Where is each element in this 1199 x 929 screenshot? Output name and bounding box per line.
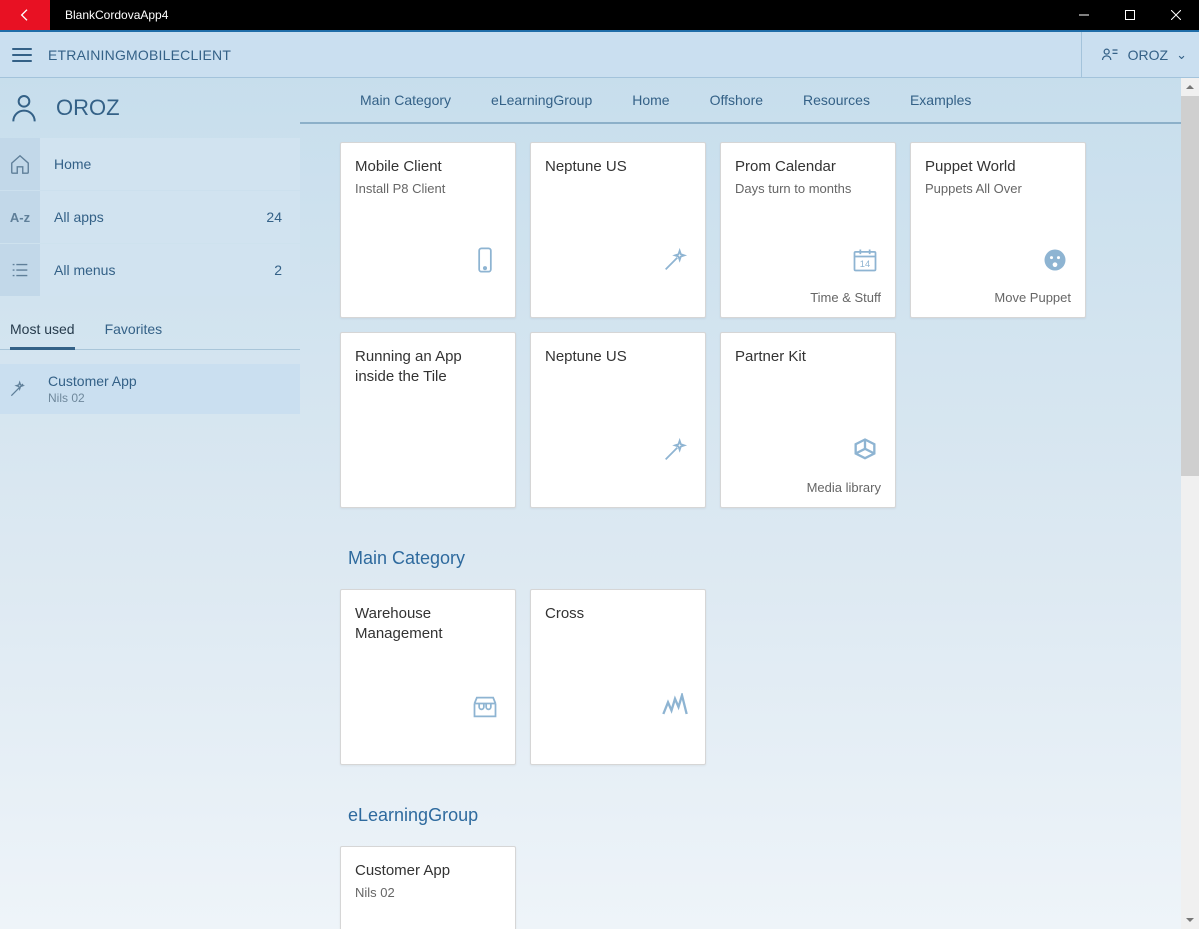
- user-menu-button[interactable]: OROZ ⌄: [1081, 32, 1187, 77]
- svg-text:14: 14: [860, 259, 870, 269]
- puppet-icon: [1041, 246, 1069, 279]
- tile-running-app[interactable]: Running an App inside the Tile: [340, 332, 516, 508]
- menu-toggle-button[interactable]: [8, 41, 36, 69]
- tile-title: Puppet World: [925, 157, 1071, 177]
- sidebar-item-label: All menus: [54, 262, 115, 278]
- titlebar-left: BlankCordovaApp4: [0, 0, 168, 30]
- sidebar-tab-favorites[interactable]: Favorites: [105, 321, 163, 349]
- tile-customer-app[interactable]: Customer App Nils 02: [340, 846, 516, 929]
- tile-title: Neptune US: [545, 157, 691, 177]
- wand-icon: [661, 436, 689, 469]
- tile-group-top-2: Running an App inside the Tile Neptune U…: [340, 332, 1199, 508]
- az-icon: A-z: [0, 191, 40, 243]
- wave-icon: [661, 693, 689, 726]
- tile-warehouse-management[interactable]: Warehouse Management: [340, 589, 516, 765]
- scrollbar[interactable]: [1181, 78, 1199, 929]
- tile-group-main-category: Warehouse Management Cross: [340, 589, 1199, 765]
- arrow-left-icon: [17, 7, 33, 23]
- tile-subtitle: Days turn to months: [735, 181, 881, 196]
- cube-icon: [851, 436, 879, 469]
- sidebar-item-label: Home: [54, 156, 91, 172]
- app-header-left: ETRAININGMOBILECLIENT: [8, 41, 231, 69]
- tile-title: Warehouse Management: [355, 604, 501, 645]
- tile-footer: Time & Stuff: [810, 290, 881, 305]
- profile-name: OROZ: [56, 95, 120, 121]
- scroll-up-button[interactable]: [1181, 78, 1199, 96]
- home-icon: [0, 138, 40, 190]
- close-window-button[interactable]: [1153, 0, 1199, 30]
- tile-neptune-us-2[interactable]: Neptune US: [530, 332, 706, 508]
- tile-title: Prom Calendar: [735, 157, 881, 177]
- sidebar-tab-most-used[interactable]: Most used: [10, 321, 75, 350]
- sidebar-item-title: Customer App: [48, 373, 137, 389]
- sidebar-item-count: 24: [266, 209, 282, 225]
- app-container: ETRAININGMOBILECLIENT OROZ ⌄ OROZ: [0, 30, 1199, 929]
- tile-title: Running an App inside the Tile: [355, 347, 501, 388]
- tile-subtitle: Install P8 Client: [355, 181, 501, 196]
- window-titlebar: BlankCordovaApp4: [0, 0, 1199, 30]
- tile-title: Cross: [545, 604, 691, 624]
- tile-cross[interactable]: Cross: [530, 589, 706, 765]
- sidebar-tabs: Most used Favorites: [0, 297, 300, 350]
- app-title: ETRAININGMOBILECLIENT: [48, 47, 231, 63]
- tab-examples[interactable]: Examples: [910, 92, 971, 108]
- scroll-thumb[interactable]: [1181, 96, 1199, 476]
- content-scroll[interactable]: Mobile Client Install P8 Client Neptune …: [300, 124, 1199, 929]
- sidebar-item-all-menus[interactable]: All menus 2: [0, 244, 300, 296]
- list-icon: [0, 244, 40, 296]
- section-title-main-category: Main Category: [348, 548, 1199, 569]
- tile-group-elearninggroup: Customer App Nils 02: [340, 846, 1199, 929]
- scroll-down-button[interactable]: [1181, 911, 1199, 929]
- tile-footer: Media library: [807, 480, 881, 495]
- tile-subtitle: Nils 02: [355, 885, 501, 900]
- app-body: OROZ Home A-z All apps 24: [0, 78, 1199, 929]
- sidebar: OROZ Home A-z All apps 24: [0, 78, 300, 929]
- tile-title: Customer App: [355, 861, 501, 881]
- chevron-down-icon: ⌄: [1176, 47, 1187, 63]
- wand-icon: [0, 364, 40, 414]
- main-area: Main Category eLearningGroup Home Offsho…: [300, 78, 1199, 929]
- tile-puppet-world[interactable]: Puppet World Puppets All Over Move Puppe…: [910, 142, 1086, 318]
- user-name: OROZ: [1128, 47, 1168, 63]
- window-title: BlankCordovaApp4: [50, 8, 168, 22]
- sidebar-item-all-apps[interactable]: A-z All apps 24: [0, 191, 300, 243]
- sidebar-most-used-item[interactable]: Customer App Nils 02: [0, 364, 300, 414]
- tile-title: Mobile Client: [355, 157, 501, 177]
- calendar-icon: 14: [851, 246, 879, 279]
- sidebar-item-home[interactable]: Home: [0, 138, 300, 190]
- tile-subtitle: Puppets All Over: [925, 181, 1071, 196]
- maximize-button[interactable]: [1107, 0, 1153, 30]
- category-tabs: Main Category eLearningGroup Home Offsho…: [300, 78, 1199, 124]
- app-header: ETRAININGMOBILECLIENT OROZ ⌄: [0, 32, 1199, 78]
- tile-neptune-us[interactable]: Neptune US: [530, 142, 706, 318]
- tile-title: Partner Kit: [735, 347, 881, 367]
- tile-group-top: Mobile Client Install P8 Client Neptune …: [340, 142, 1199, 318]
- tile-title: Neptune US: [545, 347, 691, 367]
- phone-icon: [471, 246, 499, 279]
- sidebar-item-count: 2: [274, 262, 282, 278]
- user-card-icon: [1100, 45, 1120, 65]
- section-title-elearninggroup: eLearningGroup: [348, 805, 1199, 826]
- person-icon: [8, 92, 40, 124]
- profile-block: OROZ: [0, 78, 300, 138]
- tile-footer: Move Puppet: [994, 290, 1071, 305]
- tile-prom-calendar[interactable]: Prom Calendar Days turn to months 14 Tim…: [720, 142, 896, 318]
- store-icon: [471, 693, 499, 726]
- tile-mobile-client[interactable]: Mobile Client Install P8 Client: [340, 142, 516, 318]
- tile-partner-kit[interactable]: Partner Kit Media library: [720, 332, 896, 508]
- tab-elearninggroup[interactable]: eLearningGroup: [491, 92, 592, 108]
- tab-offshore[interactable]: Offshore: [710, 92, 763, 108]
- sidebar-item-subtitle: Nils 02: [48, 391, 137, 405]
- back-button[interactable]: [0, 0, 50, 30]
- tab-home[interactable]: Home: [632, 92, 669, 108]
- sidebar-item-label: All apps: [54, 209, 104, 225]
- tab-resources[interactable]: Resources: [803, 92, 870, 108]
- tab-main-category[interactable]: Main Category: [360, 92, 451, 108]
- wand-icon: [661, 246, 689, 279]
- minimize-button[interactable]: [1061, 0, 1107, 30]
- window-controls: [1061, 0, 1199, 30]
